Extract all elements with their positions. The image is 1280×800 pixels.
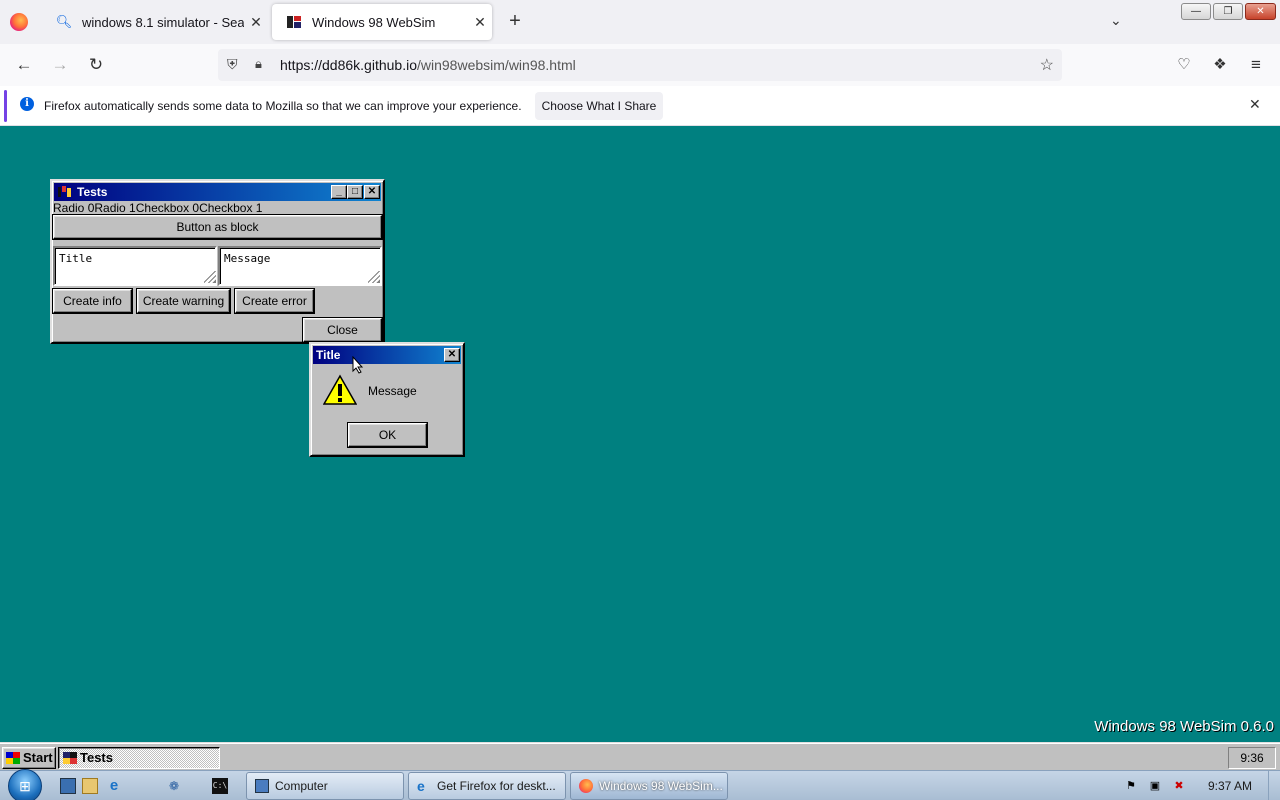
url-path: /win98websim/win98.html	[417, 57, 576, 73]
show-desktop-icon[interactable]	[60, 778, 76, 794]
firefox-logo-icon[interactable]	[10, 13, 28, 31]
create-info-button[interactable]: Create info	[52, 288, 133, 314]
taskbar-item-tests[interactable]: Tests	[58, 747, 220, 769]
pocket-icon[interactable]: ♡	[1175, 56, 1193, 74]
create-error-button[interactable]: Create error	[234, 288, 315, 314]
url-text[interactable]: https://dd86k.github.io/win98websim/win9…	[280, 57, 576, 73]
computer-icon	[255, 779, 269, 793]
taskbar-item-label: Windows 98 WebSim...	[599, 779, 723, 793]
taskbar-item-label: Get Firefox for deskt...	[437, 779, 556, 793]
start-button[interactable]: Start	[2, 747, 56, 769]
taskbar-item-label: Computer	[275, 779, 328, 793]
ok-button[interactable]: OK	[347, 422, 428, 448]
win98-icon	[286, 14, 302, 30]
command-prompt-icon[interactable]: C:\	[212, 778, 228, 794]
close-notification-icon[interactable]: ✕	[1249, 96, 1261, 113]
extensions-icon[interactable]: ❖	[1211, 56, 1229, 74]
radio-checkbox-row[interactable]: Radio 0Radio 1Checkbox 0Checkbox 1	[53, 201, 262, 215]
network-icon[interactable]: ▣	[1148, 779, 1162, 793]
dialog-titlebar[interactable]: Title ✕	[313, 346, 461, 364]
maximize-button[interactable]: □	[347, 185, 363, 199]
title-field[interactable]: Title	[53, 246, 217, 286]
resize-grip-icon[interactable]	[204, 271, 216, 283]
internet-explorer-icon[interactable]: e	[106, 778, 122, 794]
tests-window: Tests _ □ ✕ Radio 0Radio 1Checkbox 0Chec…	[50, 179, 385, 344]
tests-window-titlebar[interactable]: Tests _ □ ✕	[54, 183, 381, 201]
notification-accent	[4, 90, 7, 122]
tab-label: windows 8.1 simulator - Search	[82, 14, 244, 30]
taskbar-item-ie[interactable]: e Get Firefox for deskt...	[408, 772, 566, 800]
windows-flag-icon	[6, 752, 20, 764]
action-center-flag-icon[interactable]: ⚑	[1124, 779, 1138, 793]
firefox-icon	[579, 779, 593, 793]
browser-tab-bar: 🔍︎ windows 8.1 simulator - Search ✕ Wind…	[0, 0, 1280, 44]
taskbar-item-firefox[interactable]: Windows 98 WebSim...	[570, 772, 728, 800]
tab-label: Windows 98 WebSim	[312, 14, 436, 30]
back-arrow-icon[interactable]: ←	[12, 53, 36, 77]
volume-muted-icon[interactable]: ✖	[1172, 779, 1186, 793]
taskbar-item-computer[interactable]: Computer	[246, 772, 404, 800]
create-warning-button[interactable]: Create warning	[136, 288, 231, 314]
close-tab-icon[interactable]: ✕	[244, 14, 268, 31]
dialog-title: Title	[316, 348, 341, 362]
button-as-block[interactable]: Button as block	[52, 214, 383, 240]
minimize-window-button[interactable]: —	[1181, 3, 1211, 20]
close-window-button[interactable]: ✕	[1245, 3, 1276, 20]
bookmark-star-icon[interactable]: ☆	[1040, 55, 1054, 75]
close-button[interactable]: ✕	[364, 185, 380, 199]
close-tab-icon[interactable]: ✕	[468, 14, 492, 31]
message-field[interactable]: Message	[218, 246, 382, 286]
minimize-button[interactable]: _	[331, 185, 347, 199]
choose-what-i-share-button[interactable]: Choose What I Share	[535, 92, 663, 120]
browser-nav-bar: ← → ↻ ⛨ 🔒︎ https://dd86k.github.io/win98…	[0, 44, 1280, 86]
show-desktop-button[interactable]	[1268, 771, 1280, 800]
start-label: Start	[23, 750, 53, 765]
taskbar-clock: 9:36	[1228, 747, 1276, 769]
hamburger-menu-icon[interactable]: ≡	[1247, 56, 1265, 74]
tracking-shield-icon[interactable]: ⛨	[227, 56, 238, 73]
host-taskbar: ⊞ e ❁ C:\ Computer e Get Firefox for des…	[0, 769, 1280, 800]
search-icon: 🔍︎	[55, 14, 73, 29]
explorer-icon[interactable]	[82, 778, 98, 794]
version-label: Windows 98 WebSim 0.6.0	[1094, 718, 1274, 735]
url-bar[interactable]: ⛨ 🔒︎ https://dd86k.github.io/win98websim…	[218, 49, 1062, 81]
warning-dialog: Title ✕ Message OK	[309, 342, 465, 457]
close-window-button[interactable]: Close	[302, 317, 383, 343]
reload-icon[interactable]: ↻	[84, 53, 108, 77]
forward-arrow-icon[interactable]: →	[48, 53, 72, 77]
lock-icon[interactable]: 🔒︎	[255, 56, 262, 72]
win98-app-icon	[57, 185, 73, 199]
tab-search[interactable]: 🔍︎ windows 8.1 simulator - Search ✕	[42, 4, 268, 40]
tab-win98-websim[interactable]: Windows 98 WebSim ✕	[272, 4, 492, 40]
ie-icon: e	[417, 778, 425, 794]
system-clock[interactable]: 9:37 AM	[1208, 779, 1252, 793]
notification-text: Firefox automatically sends some data to…	[44, 99, 522, 113]
warning-icon	[322, 374, 358, 406]
list-all-tabs-icon[interactable]: ⌄	[1110, 12, 1122, 29]
win98-taskbar: Start Tests 9:36	[0, 742, 1280, 770]
tests-window-title: Tests	[77, 185, 108, 199]
info-icon: i	[20, 97, 34, 111]
restore-window-button[interactable]: ❐	[1213, 3, 1243, 20]
win98-app-icon	[63, 752, 77, 764]
dialog-message: Message	[368, 384, 417, 398]
new-tab-button[interactable]: +	[505, 10, 525, 33]
url-host: https://dd86k.github.io	[280, 57, 417, 73]
resize-grip-icon[interactable]	[368, 271, 380, 283]
task-label: Tests	[80, 750, 113, 765]
close-button[interactable]: ✕	[444, 348, 460, 362]
telemetry-notification-bar: i Firefox automatically sends some data …	[0, 86, 1280, 126]
windows-start-orb-icon[interactable]: ⊞	[8, 769, 42, 800]
media-icon[interactable]: ❁	[166, 778, 182, 794]
